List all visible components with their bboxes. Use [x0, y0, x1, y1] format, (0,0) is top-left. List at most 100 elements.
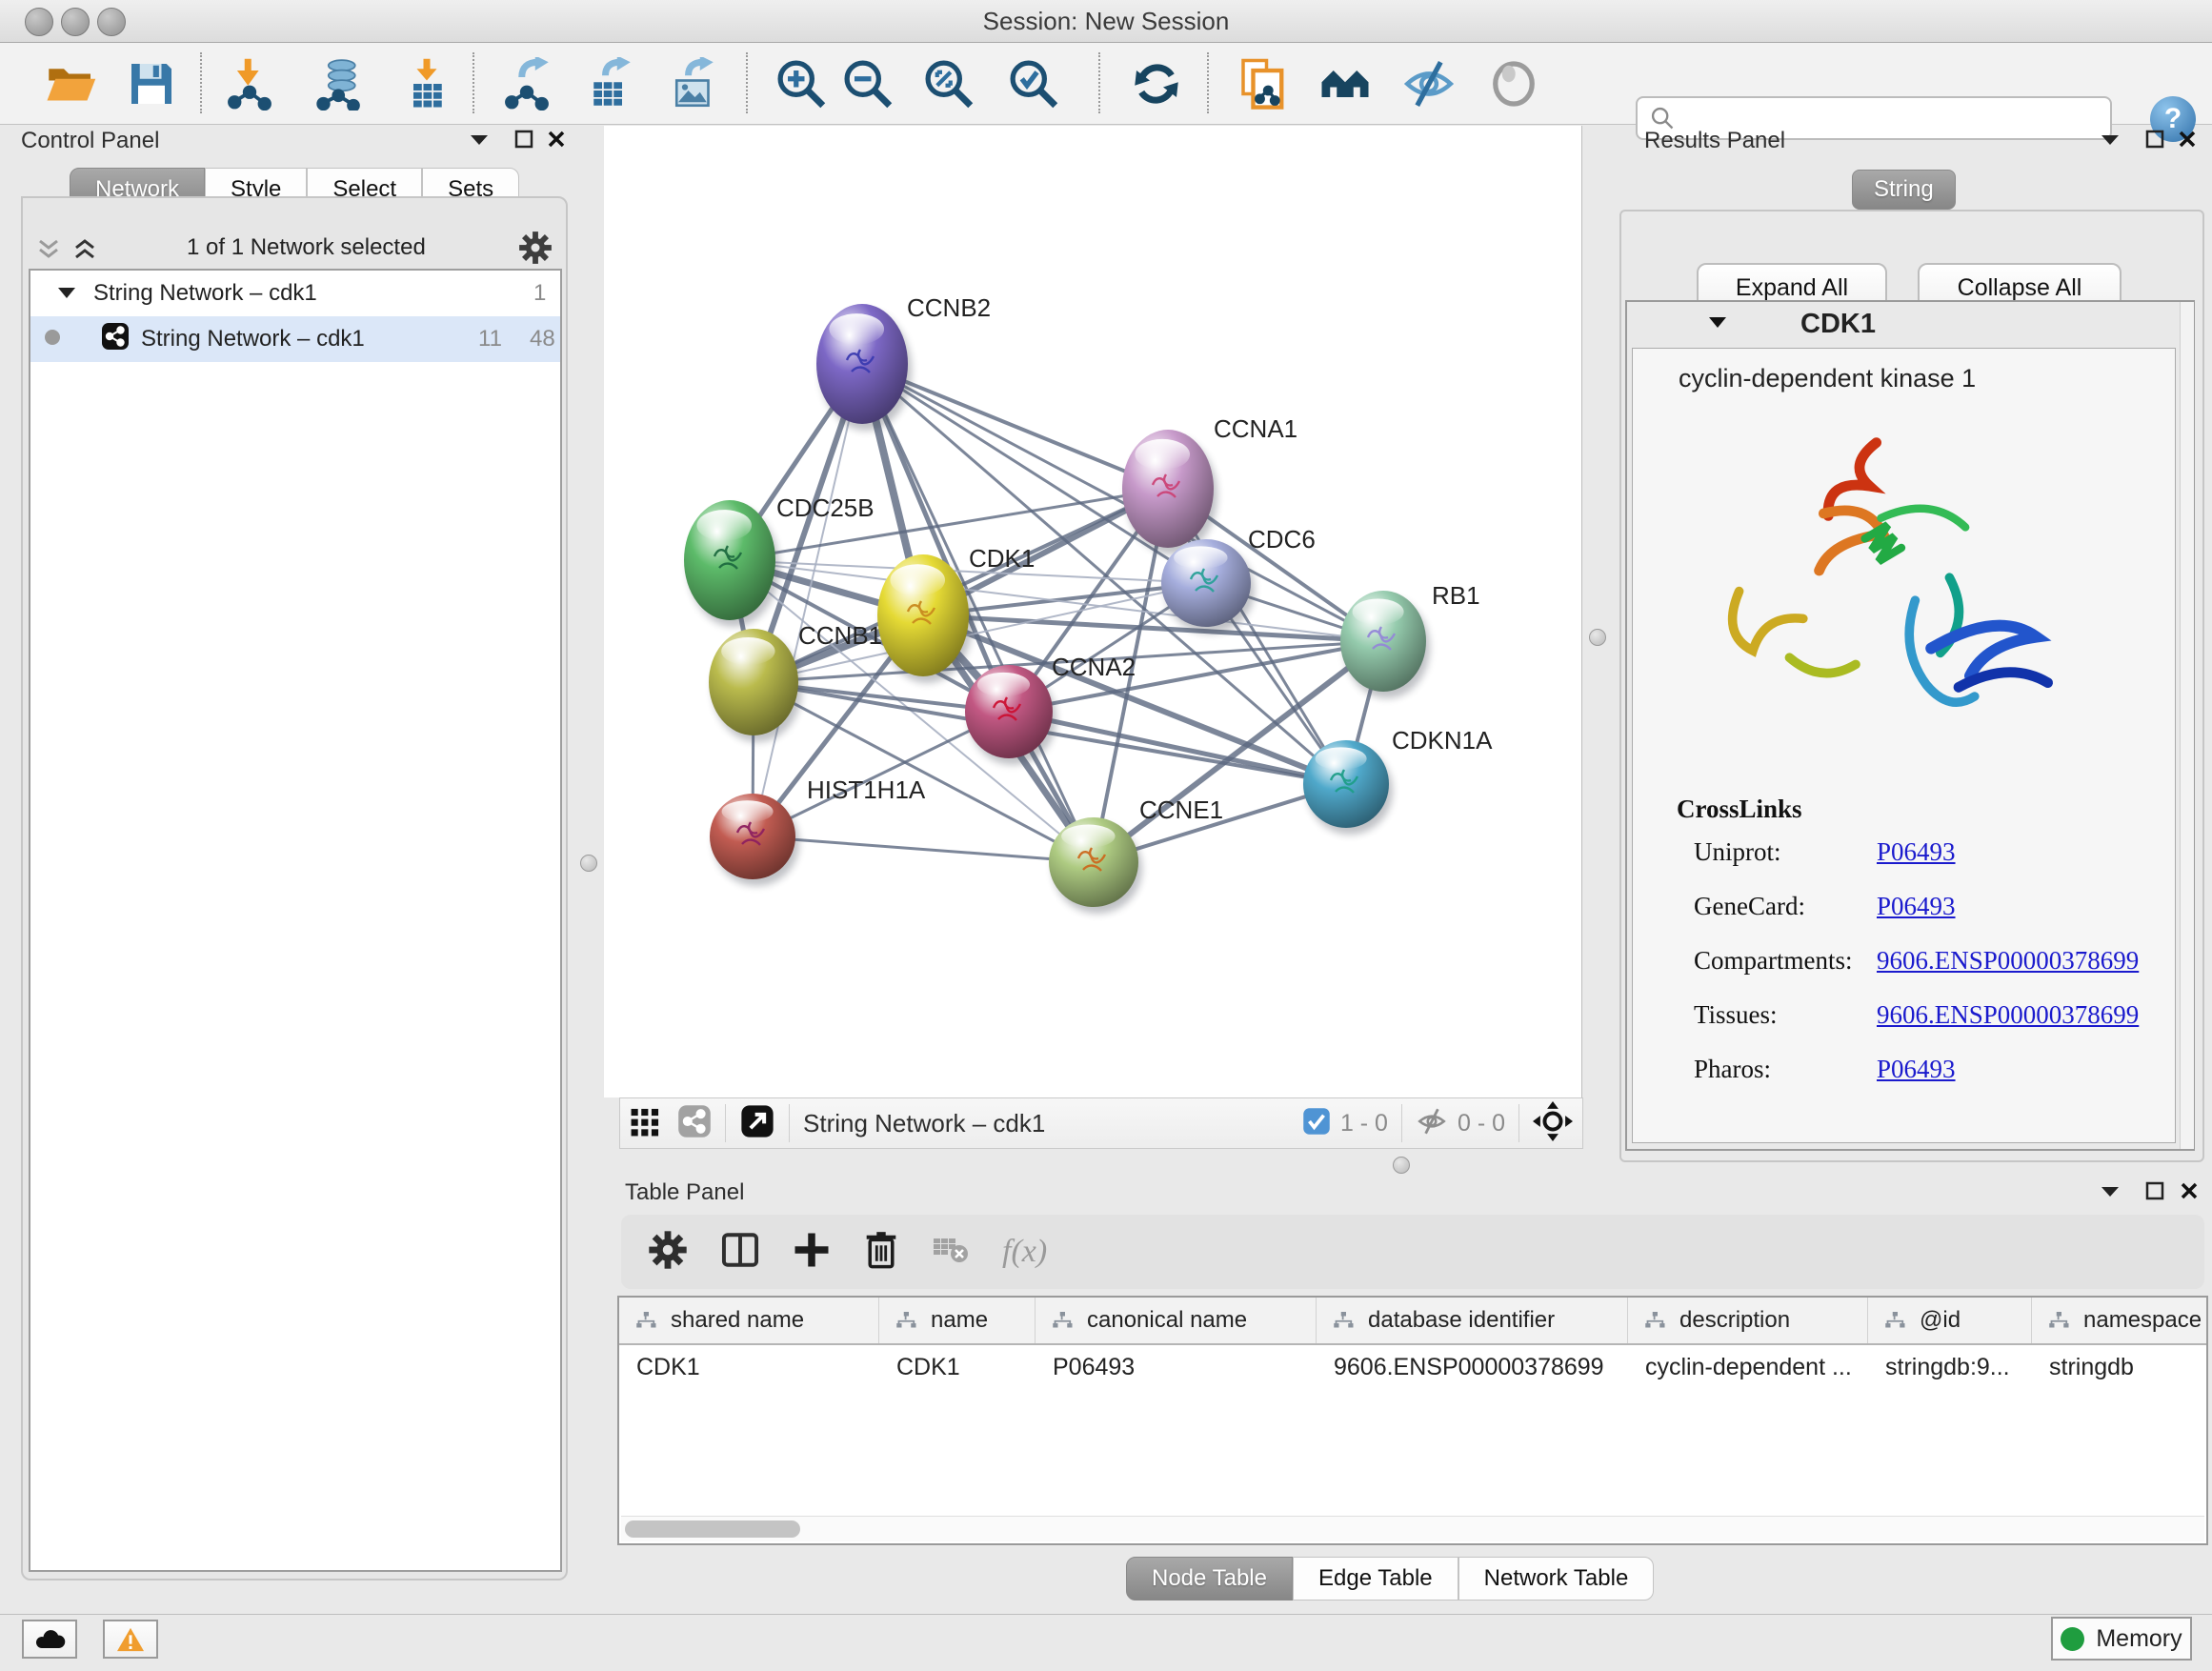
export-image-icon[interactable] [661, 54, 722, 113]
import-network-file-icon[interactable] [219, 54, 280, 113]
zoom-selected-icon[interactable] [1003, 54, 1064, 113]
network-node-CCNA2[interactable] [965, 665, 1056, 765]
network-row[interactable]: String Network – cdk1 11 48 [30, 316, 560, 362]
table-row[interactable]: CDK1CDK1P064939606.ENSP00000378699cyclin… [619, 1345, 2206, 1389]
float-panel-icon[interactable] [514, 130, 533, 153]
table-cell[interactable]: CDK1 [879, 1345, 1036, 1389]
network-node-RB1[interactable] [1340, 591, 1430, 698]
tab-string[interactable]: String [1852, 170, 1956, 210]
crosslink-value-link[interactable]: 9606.ENSP00000378699 [1877, 946, 2139, 976]
network-node-HIST1H1A[interactable] [710, 794, 799, 886]
gear-icon[interactable] [518, 231, 553, 270]
open-session-icon[interactable] [40, 54, 101, 113]
save-session-icon[interactable] [121, 54, 182, 113]
table-cell[interactable]: CDK1 [619, 1345, 879, 1389]
control-panel-header: Control Panel [21, 128, 573, 154]
delete-table-icon[interactable] [932, 1235, 970, 1270]
hide-results-eye-slash-icon[interactable] [1398, 54, 1459, 113]
collapse-collection-icon[interactable] [57, 280, 76, 307]
network-edge[interactable] [1009, 712, 1346, 784]
table-header-row: shared namenamecanonical namedatabase id… [619, 1298, 2206, 1345]
hidden-eye-slash-icon[interactable] [1416, 1105, 1448, 1142]
table-hscrollbar[interactable] [621, 1516, 2204, 1541]
column-header-canonicalname[interactable]: canonical name [1036, 1298, 1317, 1343]
float-panel-icon[interactable] [2145, 130, 2164, 153]
results-scrollbar[interactable] [2180, 302, 2194, 1149]
crosslink-label: Uniprot: [1694, 837, 1877, 867]
refresh-icon[interactable] [1126, 54, 1187, 113]
column-header-sharedname[interactable]: shared name [619, 1298, 879, 1343]
network-from-clipboard-icon[interactable] [1233, 54, 1294, 113]
zoom-in-icon[interactable] [771, 54, 832, 113]
grid-view-icon[interactable] [628, 1103, 664, 1144]
collapse-all-networks-icon[interactable] [36, 238, 61, 266]
tab-edge-table[interactable]: Edge Table [1293, 1557, 1458, 1601]
network-node-CDC25B[interactable] [684, 500, 779, 627]
network-edge[interactable] [753, 836, 1094, 862]
table-cell[interactable]: 9606.ENSP00000378699 [1317, 1345, 1628, 1389]
tab-node-table[interactable]: Node Table [1126, 1557, 1293, 1601]
zoom-fit-icon[interactable] [918, 54, 979, 113]
hidden-counts: 0 - 0 [1458, 1110, 1505, 1137]
node-label: CCNB1 [798, 621, 882, 650]
select-columns-icon[interactable] [720, 1230, 760, 1275]
crosslink-value-link[interactable]: 9606.ENSP00000378699 [1877, 1000, 2139, 1030]
hscrollbar-thumb[interactable] [625, 1520, 800, 1538]
selected-checkbox-icon[interactable] [1302, 1107, 1331, 1140]
cloud-status-icon[interactable] [22, 1620, 77, 1659]
network-canvas[interactable]: CCNB2CCNA1CDC25BCDK1CDC6RB1CCNB1CCNA2CDK… [604, 126, 1582, 1097]
node-label: CCNA1 [1214, 414, 1297, 443]
results-panel-title: Results Panel [1644, 128, 1785, 153]
import-table-file-icon[interactable] [396, 54, 457, 113]
import-network-database-icon[interactable] [310, 54, 371, 113]
table-cell[interactable]: stringdb [2032, 1345, 2208, 1389]
network-node-CDKN1A[interactable] [1303, 740, 1393, 835]
network-node-CCNE1[interactable] [1049, 817, 1142, 914]
close-panel-icon[interactable] [2180, 1181, 2199, 1205]
warning-status-icon[interactable] [103, 1620, 158, 1659]
toolbar-separator [1207, 52, 1209, 113]
fit-content-crosshair-icon[interactable] [1533, 1101, 1573, 1146]
network-node-CDC6[interactable] [1161, 539, 1255, 634]
string-view-icon[interactable] [677, 1104, 712, 1143]
column-header-name[interactable]: name [879, 1298, 1036, 1343]
function-builder-icon[interactable]: f(x) [1002, 1234, 1047, 1270]
panel-menu-icon[interactable] [469, 131, 490, 151]
column-header-namespace[interactable]: namespace [2032, 1298, 2208, 1343]
gene-section-header[interactable]: CDK1 [1627, 302, 2193, 346]
add-column-icon[interactable] [793, 1231, 831, 1274]
delete-column-icon[interactable] [863, 1231, 899, 1274]
crosslink-value-link[interactable]: P06493 [1877, 892, 1956, 921]
table-cell[interactable]: P06493 [1036, 1345, 1317, 1389]
network-node-CCNB1[interactable] [709, 629, 802, 742]
float-panel-icon[interactable] [2145, 1181, 2164, 1205]
column-header-description[interactable]: description [1628, 1298, 1868, 1343]
export-network-icon[interactable] [496, 54, 557, 113]
table-cell[interactable]: cyclin-dependent ... [1628, 1345, 1868, 1389]
tab-network-table[interactable]: Network Table [1458, 1557, 1655, 1601]
crosslink-value-link[interactable]: P06493 [1877, 837, 1956, 867]
selected-counts: 1 - 0 [1340, 1110, 1388, 1137]
export-table-icon[interactable] [578, 54, 639, 113]
collapse-section-icon[interactable] [1707, 314, 1728, 334]
close-panel-icon[interactable] [547, 130, 566, 153]
show-results-eye-icon[interactable] [1483, 54, 1544, 113]
detach-view-icon[interactable] [739, 1103, 775, 1144]
table-cell[interactable]: stringdb:9... [1868, 1345, 2032, 1389]
node-label: CCNA2 [1052, 653, 1136, 681]
close-panel-icon[interactable] [2178, 130, 2197, 153]
toolbar-separator [746, 52, 748, 113]
horizontal-splitter-handle[interactable] [1393, 1157, 1410, 1174]
memory-button[interactable]: Memory [2051, 1617, 2192, 1661]
expand-all-networks-icon[interactable] [72, 238, 97, 266]
right-splitter-handle[interactable] [1589, 629, 1606, 646]
crosslink-value-link[interactable]: P06493 [1877, 1055, 1956, 1084]
table-gear-icon[interactable] [648, 1230, 688, 1275]
column-header-id[interactable]: @id [1868, 1298, 2032, 1343]
network-collection-row[interactable]: String Network – cdk1 1 [30, 271, 560, 316]
left-splitter-handle[interactable] [580, 855, 597, 872]
column-header-databaseidentifier[interactable]: database identifier [1317, 1298, 1628, 1343]
panel-menu-icon[interactable] [2100, 131, 2121, 151]
zoom-out-icon[interactable] [837, 54, 898, 113]
string-home-icon[interactable] [1315, 54, 1376, 113]
